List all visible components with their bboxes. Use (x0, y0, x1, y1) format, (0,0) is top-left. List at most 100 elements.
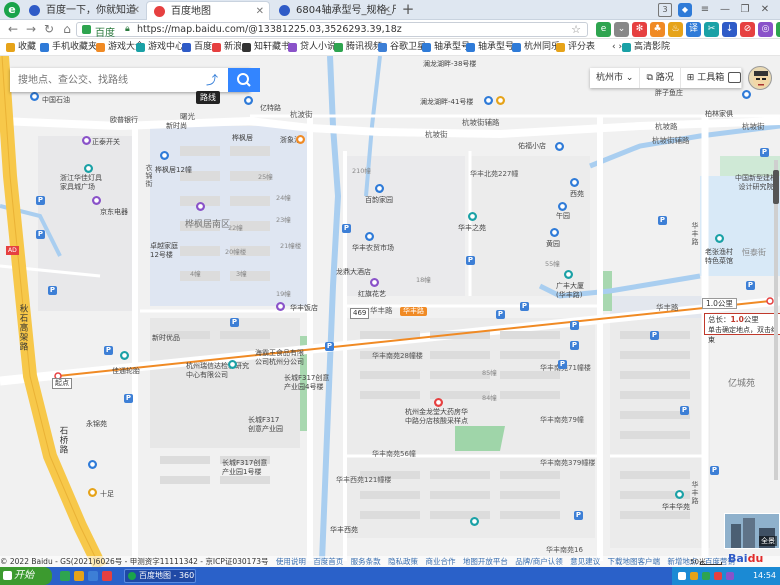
poi-marker[interactable]: ● (570, 178, 579, 187)
bookmark-item[interactable]: 杭州同乐 (512, 40, 560, 55)
message-icon[interactable] (728, 72, 741, 83)
parking-icon[interactable]: P (230, 318, 239, 327)
user-avatar[interactable] (748, 66, 772, 90)
place-label[interactable]: 华丰南苑379幢楼 (540, 459, 595, 468)
place-label[interactable]: 杭州瑞信达检验研究 中心有限公司 (186, 362, 249, 380)
bookmark-item[interactable]: 轴承型号 (422, 40, 470, 55)
place-label[interactable]: 广丰大厦 (华丰路) (556, 282, 584, 300)
footer-link[interactable]: 商业合作 (425, 557, 455, 566)
fire-icon[interactable]: ♨ (668, 22, 683, 37)
poi-marker[interactable]: ● (92, 196, 101, 205)
place-label[interactable]: 亿特路 (260, 104, 281, 113)
place-label[interactable]: 桦枫居12幢 (155, 166, 192, 175)
street-view-thumbnail[interactable]: 全景 (724, 513, 780, 549)
footer-link[interactable]: 百度首页 (313, 557, 343, 566)
place-label[interactable]: 中国石油 (42, 96, 70, 105)
zoom-slider-thumb[interactable] (773, 170, 779, 204)
window-count-badge[interactable]: 3 (658, 3, 672, 17)
poi-marker[interactable]: ● (496, 96, 505, 105)
place-label[interactable]: 长城F317创意 产业园4号楼 (284, 374, 329, 392)
poi-marker[interactable]: ● (558, 202, 567, 211)
parking-icon[interactable]: P (574, 511, 583, 520)
parking-icon[interactable]: P (520, 302, 529, 311)
footer-link[interactable]: 下载地图客户端 (608, 557, 661, 566)
place-label[interactable]: 华丰南苑56幢 (372, 450, 416, 459)
footer-link[interactable]: 意见建议 (570, 557, 600, 566)
poi-marker[interactable]: ● (470, 517, 479, 526)
close-window-icon[interactable]: ✕ (758, 3, 772, 17)
place-label[interactable]: 新时尚 (166, 122, 187, 131)
place-label[interactable]: 桦枫居 (232, 134, 253, 143)
desktop-quick-icon[interactable] (88, 571, 98, 581)
poi-marker[interactable]: ● (196, 202, 205, 211)
poi-marker[interactable]: ● (244, 96, 253, 105)
bookmark-item[interactable]: 收藏 (6, 40, 36, 55)
url-field[interactable]: 百度 🔒︎ https://map.baidu.com/@13381225.03… (76, 22, 588, 39)
place-label[interactable]: 杭州金龙堂大药房华 中路分店核酸采样点 (405, 408, 468, 426)
parking-icon[interactable]: P (104, 346, 113, 355)
close-tab-icon[interactable]: ✕ (256, 2, 264, 20)
poi-marker[interactable]: ● (742, 90, 751, 99)
place-label[interactable]: 澜龙湖畔-38号楼 (423, 60, 476, 69)
bookmark-item[interactable]: 知轩藏书 (242, 40, 290, 55)
bookmark-item[interactable]: 手机收藏夹 (40, 40, 97, 55)
place-label[interactable]: 卓越家庭 12号楼 (150, 242, 178, 260)
place-label[interactable]: 华丰北苑227幢 (470, 170, 518, 179)
poi-marker[interactable]: ● (296, 135, 305, 144)
menu-icon[interactable]: ≡ (698, 3, 712, 17)
place-label[interactable]: 恒泰街 (742, 248, 766, 257)
close-tab-icon[interactable]: ✕ (383, 1, 391, 20)
place-label[interactable]: 黄园 (546, 240, 560, 249)
place-label[interactable]: 红旗花艺 (358, 290, 386, 299)
update-icon[interactable] (714, 572, 722, 580)
place-label[interactable]: 长城F317 创意产业园 (248, 416, 283, 434)
bookmark-item[interactable]: 游戏中心 (136, 40, 184, 55)
poi-marker[interactable]: ● (82, 136, 91, 145)
parking-icon[interactable]: P (746, 281, 755, 290)
poi-marker[interactable]: ● (228, 360, 237, 369)
bookmark-item[interactable]: 新浪 (212, 40, 242, 55)
minimize-icon[interactable]: — (718, 3, 732, 17)
poi-marker[interactable]: ● (715, 234, 724, 243)
wallet-icon[interactable]: ◎ (758, 22, 773, 37)
url-text[interactable]: https://map.baidu.com/@13381225.03,35262… (137, 24, 402, 35)
folder-quick-icon[interactable] (74, 571, 84, 581)
home-icon[interactable]: ⌂ (60, 22, 74, 36)
network-icon[interactable] (678, 572, 686, 580)
poi-marker[interactable]: ● (468, 212, 477, 221)
map-zoom-slider[interactable] (773, 160, 779, 480)
place-label[interactable]: 永锦苑 (86, 420, 107, 429)
search-button[interactable] (228, 68, 260, 92)
media-quick-icon[interactable] (102, 571, 112, 581)
poi-marker[interactable]: ● (564, 270, 573, 279)
place-label[interactable]: 华丰之苑 (458, 224, 486, 233)
translate-icon[interactable]: 译 (686, 22, 701, 37)
place-label[interactable]: 柏林家俱 (705, 110, 733, 119)
place-label[interactable]: 正泰开关 (92, 138, 120, 147)
bookmark-item[interactable]: 评分表 (556, 40, 595, 55)
route-icon[interactable]: ⤴ (202, 70, 222, 90)
parking-icon[interactable]: P (658, 216, 667, 225)
skin-icon[interactable]: ◆ (678, 3, 692, 17)
place-label[interactable]: 澜龙湖畔-41号楼 (420, 98, 473, 107)
download-icon[interactable]: ↓ (722, 22, 737, 37)
poi-marker[interactable]: ● (84, 164, 93, 173)
restore-icon[interactable]: ❐ (738, 3, 752, 17)
place-label[interactable]: 中国新型建材 设计研究院 (735, 174, 777, 192)
dropdown-icon[interactable]: ⌄ (614, 22, 629, 37)
place-label[interactable]: 华丰西苑 (330, 526, 358, 535)
refresh-icon[interactable]: ↻ (42, 22, 56, 36)
more-bookmarks-icon[interactable]: ‹ › (600, 40, 622, 55)
poi-marker[interactable]: ● (370, 278, 379, 287)
poi-marker[interactable]: ● (434, 398, 443, 407)
poi-marker[interactable]: ● (365, 232, 374, 241)
place-label[interactable]: 华丰西苑121幢楼 (336, 476, 391, 485)
place-label[interactable]: 海霸王食品有限 公司杭州分公司 (255, 349, 304, 367)
place-label[interactable]: 华丰饭店 (290, 304, 318, 313)
place-label[interactable]: 午园 (556, 212, 570, 221)
place-label[interactable]: 浙江华佳灯具 家具城广场 (60, 174, 102, 192)
parking-icon[interactable]: P (710, 466, 719, 475)
parking-icon[interactable]: P (36, 230, 45, 239)
poi-marker[interactable]: ● (675, 490, 684, 499)
place-label[interactable]: 华丰农贸市场 (352, 244, 394, 253)
